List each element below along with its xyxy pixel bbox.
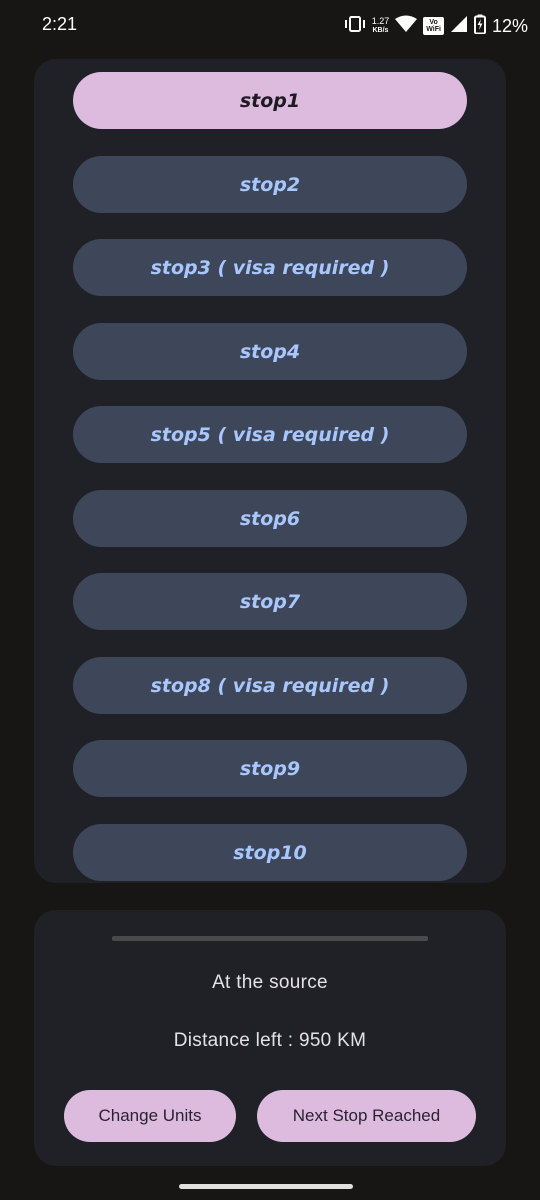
- stop-button-7[interactable]: stop7: [73, 573, 467, 630]
- trip-status-text: At the source: [212, 972, 328, 993]
- stops-list[interactable]: stop1 stop2 stop3 ( visa required ) stop…: [34, 59, 506, 883]
- distance-left-text: Distance left : 950 KM: [173, 1030, 367, 1051]
- network-speed: 1.27 KB/s: [372, 17, 390, 35]
- signal-icon: [450, 15, 468, 38]
- vowifi-icon: Vo WiFi: [423, 17, 444, 35]
- status-time: 2:21: [42, 14, 78, 34]
- stop-button-1[interactable]: stop1: [73, 72, 467, 129]
- wifi-icon: [395, 15, 418, 38]
- stop-button-10[interactable]: stop10: [73, 824, 467, 881]
- network-speed-unit: KB/s: [372, 27, 389, 34]
- battery-icon: [473, 14, 486, 39]
- stop-button-4[interactable]: stop4: [73, 323, 467, 380]
- vowifi-bottom: WiFi: [426, 26, 441, 33]
- stop-button-2[interactable]: stop2: [73, 156, 467, 213]
- network-speed-value: 1.27: [371, 16, 390, 26]
- home-indicator[interactable]: [179, 1184, 353, 1189]
- status-bar: 2:21 1.27 KB/s Vo WiFi 12%: [0, 0, 540, 52]
- vibrate-icon: [344, 15, 366, 38]
- stop-button-5[interactable]: stop5 ( visa required ): [73, 406, 467, 463]
- drag-handle[interactable]: [112, 936, 428, 941]
- stop-button-3[interactable]: stop3 ( visa required ): [73, 239, 467, 296]
- next-stop-reached-button[interactable]: Next Stop Reached: [257, 1090, 476, 1142]
- stop-button-6[interactable]: stop6: [73, 490, 467, 547]
- change-units-button[interactable]: Change Units: [64, 1090, 236, 1142]
- bottom-sheet: At the source Distance left : 950 KM Cha…: [34, 910, 506, 1166]
- stop-button-8[interactable]: stop8 ( visa required ): [73, 657, 467, 714]
- vowifi-top: Vo: [429, 19, 438, 26]
- battery-percent: 12%: [491, 15, 528, 36]
- status-icons: 1.27 KB/s Vo WiFi 12%: [344, 12, 528, 40]
- stop-button-9[interactable]: stop9: [73, 740, 467, 797]
